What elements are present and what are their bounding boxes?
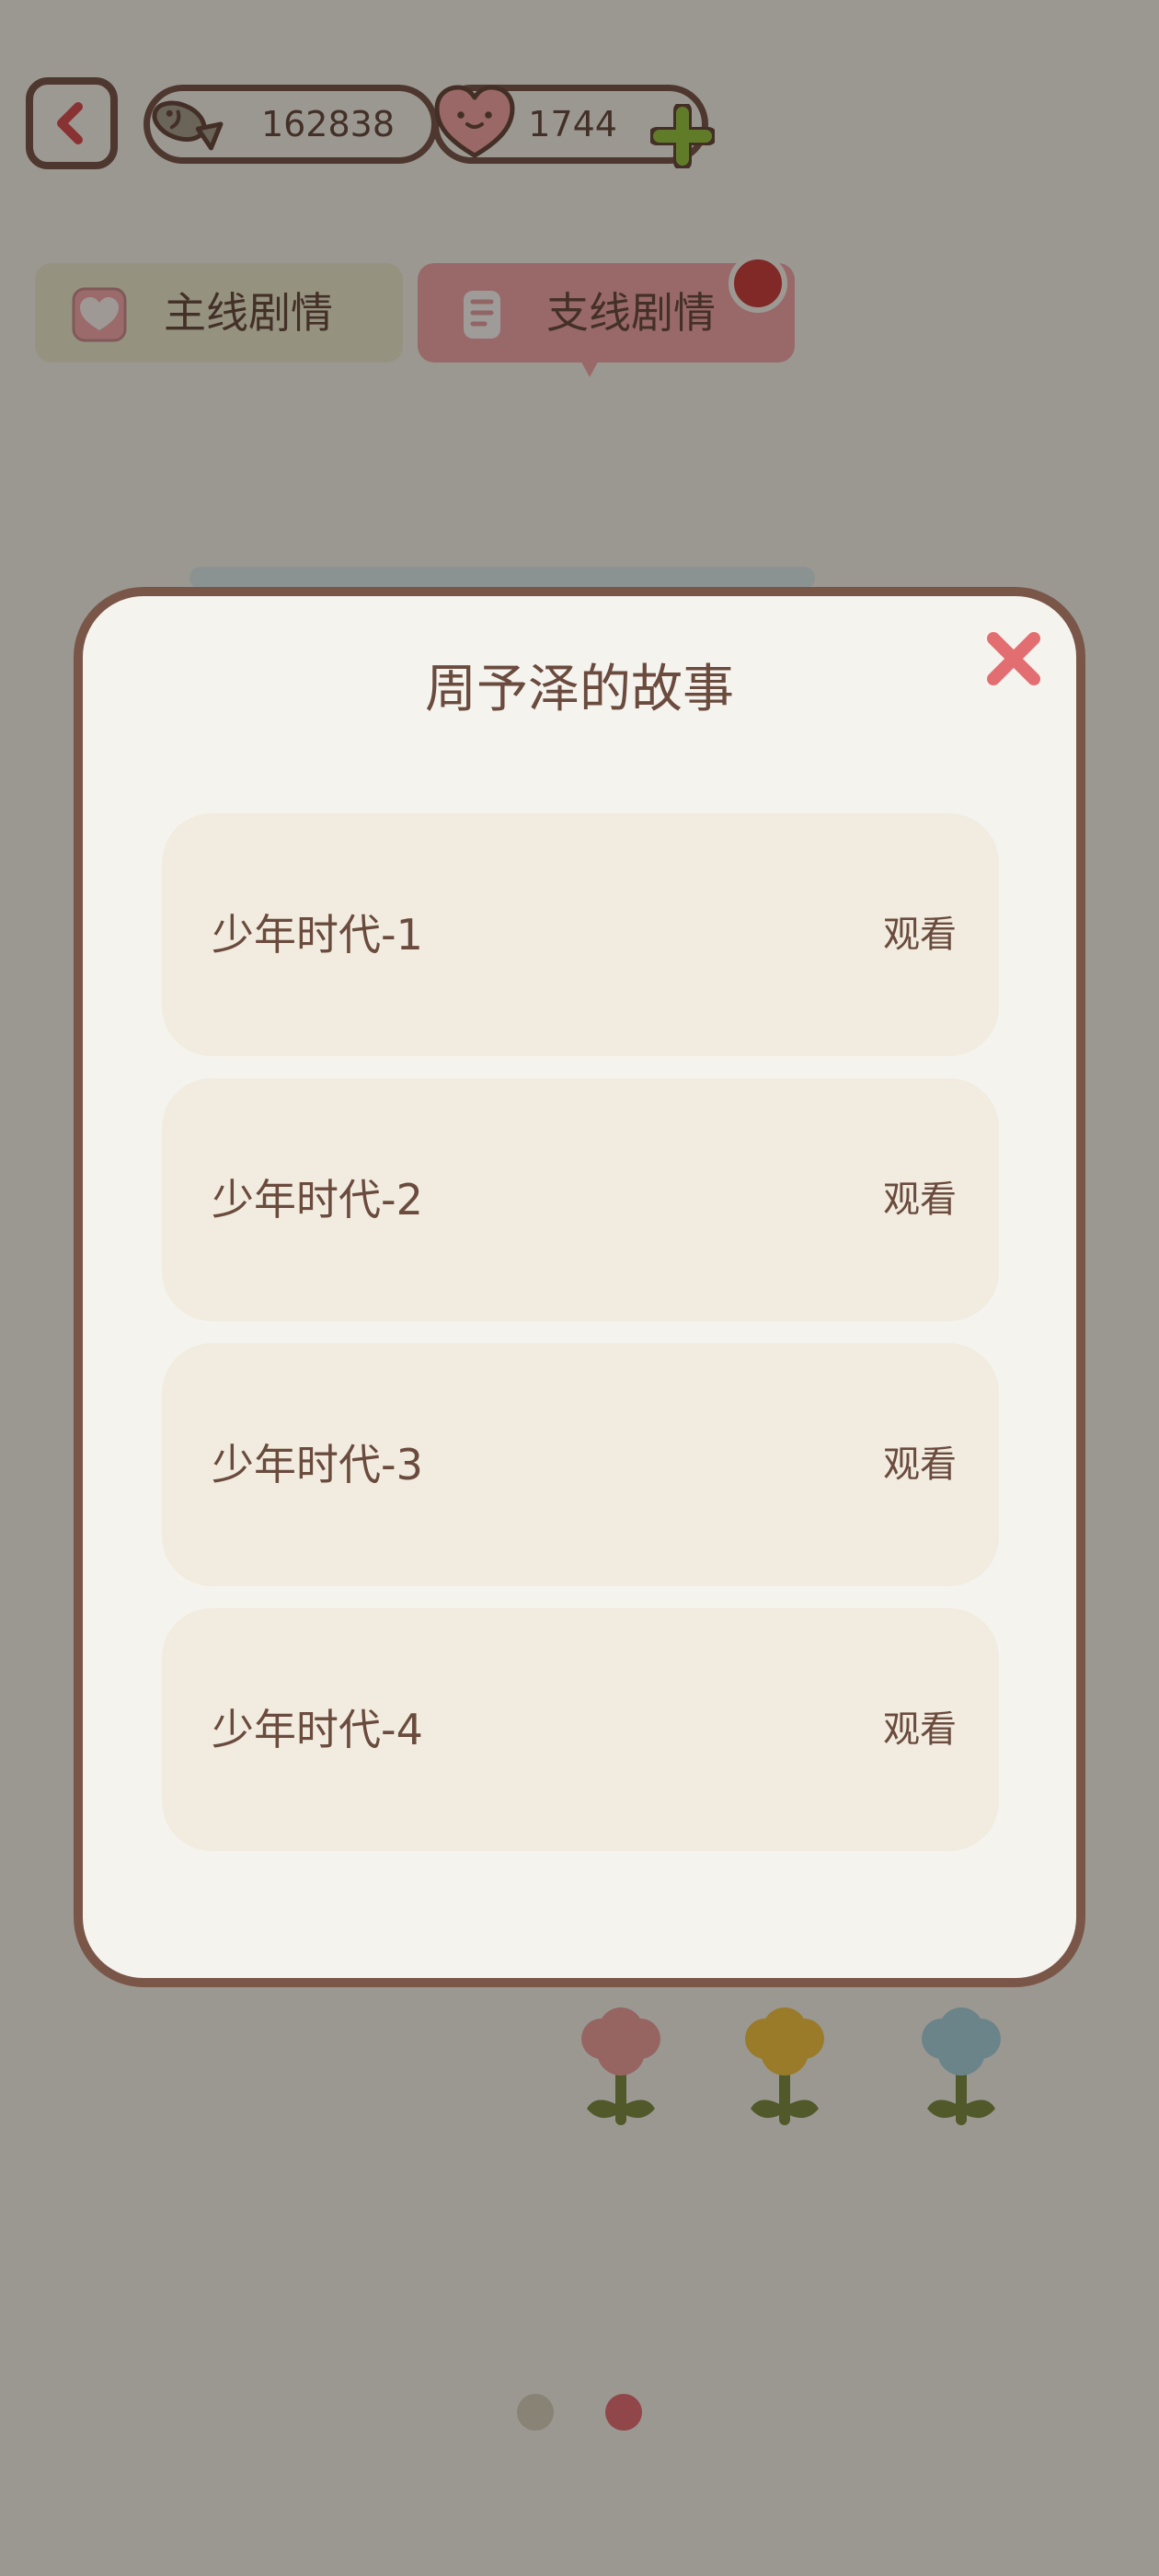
story-title: 少年时代-4 <box>212 1705 423 1754</box>
story-list-item[interactable]: 少年时代-3 观看 <box>162 1343 999 1586</box>
story-title: 少年时代-1 <box>212 910 423 960</box>
story-list-item[interactable]: 少年时代-4 观看 <box>162 1608 999 1851</box>
story-list-item[interactable]: 少年时代-2 观看 <box>162 1078 999 1321</box>
watch-button[interactable]: 观看 <box>870 905 970 964</box>
watch-button[interactable]: 观看 <box>870 1700 970 1759</box>
watch-button[interactable]: 观看 <box>870 1435 970 1494</box>
story-list: 少年时代-1 观看 少年时代-2 观看 少年时代-3 观看 少年时代-4 观看 <box>162 813 999 1851</box>
watch-button[interactable]: 观看 <box>870 1170 970 1229</box>
dialog-title: 周予泽的故事 <box>425 660 734 719</box>
story-title: 少年时代-2 <box>212 1175 423 1225</box>
story-dialog: 周予泽的故事 少年时代-1 观看 少年时代-2 观看 少年时代-3 观看 少年时… <box>74 587 1085 1987</box>
story-title: 少年时代-3 <box>212 1440 423 1489</box>
story-list-item[interactable]: 少年时代-1 观看 <box>162 813 999 1056</box>
